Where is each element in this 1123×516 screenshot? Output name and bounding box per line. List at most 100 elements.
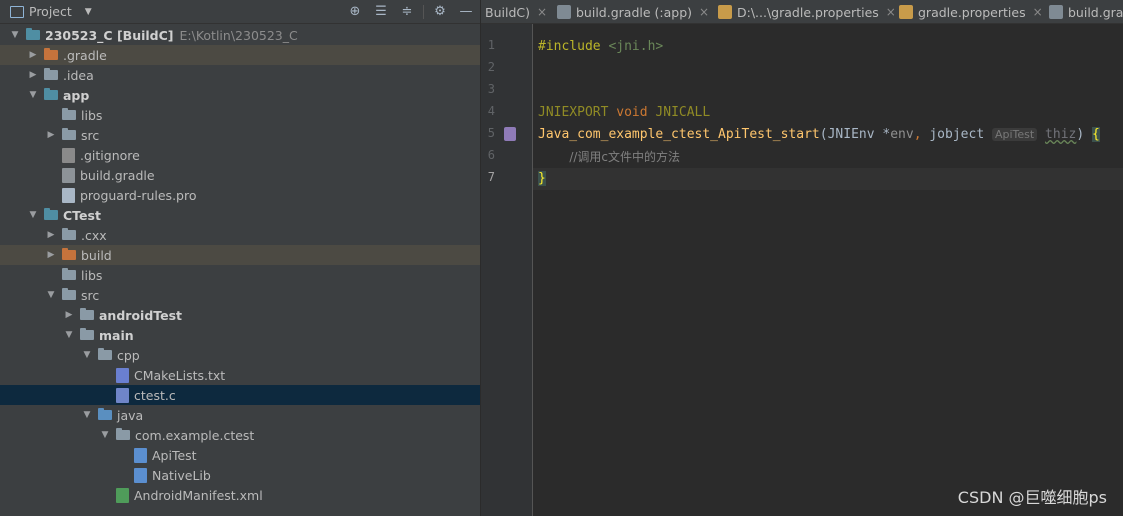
tree-item-proguard-rules-pro[interactable]: proguard-rules.pro	[0, 185, 480, 205]
comma: ,	[913, 127, 930, 142]
editor-area: BuildC) × build.gradle (:app) × D:\...\gradl…	[481, 0, 1123, 516]
folder-icon	[80, 308, 94, 320]
chevron-down-icon[interactable]: ▼	[26, 90, 40, 100]
cmake-file-icon	[116, 367, 129, 383]
tree-item-ctest-c[interactable]: ctest.c	[0, 385, 480, 405]
tree-item-path: E:\Kotlin\230523_C	[179, 27, 298, 43]
tree-item-apitest[interactable]: ApiTest	[0, 445, 480, 465]
chevron-down-icon[interactable]: ▼	[44, 290, 58, 300]
tree-item-src[interactable]: ▶ src	[0, 125, 480, 145]
tree-item-build-gradle[interactable]: build.gradle	[0, 165, 480, 185]
include-directive: #include	[538, 39, 601, 54]
function-name: Java_com_example_ctest_ApiTest_start	[538, 127, 820, 142]
module-icon	[44, 208, 58, 220]
code-area[interactable]: #include <jni.h> JNIEXPORT void JNICALL …	[533, 24, 1123, 516]
chevron-right-icon[interactable]: ▶	[44, 130, 58, 140]
editor-tab[interactable]: build.gra	[1049, 0, 1123, 23]
expand-all-icon[interactable]: ☰	[373, 4, 389, 20]
line-number: 6	[487, 148, 495, 162]
chevron-right-icon[interactable]: ▶	[26, 50, 40, 60]
tree-item-libs[interactable]: libs	[0, 265, 480, 285]
code-line-4: JNIEXPORT void JNICALL	[538, 102, 710, 124]
project-panel-header: Project ▼ ⊕ ☰ ≑ ⚙ —	[0, 0, 480, 24]
tree-item-app[interactable]: ▼ app	[0, 85, 480, 105]
tree-item-label: proguard-rules.pro	[80, 187, 197, 203]
editor-tab-label: D:\...\gradle.properties	[737, 4, 879, 20]
chevron-down-icon[interactable]: ▼	[62, 330, 76, 340]
gradle-icon	[557, 5, 571, 19]
tree-item-libs[interactable]: libs	[0, 105, 480, 125]
tree-item-label: CTest	[63, 207, 101, 223]
tree-item-gitignore[interactable]: .gitignore	[0, 145, 480, 165]
tree-item-idea[interactable]: ▶ .idea	[0, 65, 480, 85]
editor-tab[interactable]: D:\...\gradle.properties ×	[718, 0, 896, 23]
chevron-down-icon[interactable]: ▼	[26, 210, 40, 220]
tree-item-label: AndroidManifest.xml	[134, 487, 263, 503]
chevron-right-icon[interactable]: ▶	[26, 70, 40, 80]
tree-item-com-example-ctest[interactable]: ▼ com.example.ctest	[0, 425, 480, 445]
tree-item-label: ApiTest	[152, 447, 197, 463]
tree-item-label: .cxx	[81, 227, 107, 243]
chevron-right-icon[interactable]: ▶	[44, 250, 58, 260]
chevron-right-icon[interactable]: ▶	[44, 230, 58, 240]
collapse-all-icon[interactable]: ≑	[399, 4, 415, 20]
chevron-down-icon[interactable]: ▼	[98, 430, 112, 440]
folder-icon	[62, 128, 76, 140]
gear-icon[interactable]: ⚙	[432, 4, 448, 20]
tree-item-label: app	[63, 87, 90, 103]
chevron-down-icon: ▼	[84, 6, 92, 17]
folder-icon	[62, 108, 76, 120]
project-view-selector[interactable]: Project ▼	[10, 4, 92, 19]
tree-item-gradle[interactable]: ▶ .gradle	[0, 45, 480, 65]
folder-icon	[80, 328, 94, 340]
folder-icon	[62, 288, 76, 300]
include-header: <jni.h>	[608, 39, 664, 54]
close-icon[interactable]: ×	[1033, 5, 1043, 19]
locate-icon[interactable]: ⊕	[347, 4, 363, 20]
minimize-icon[interactable]: —	[458, 4, 474, 20]
tree-item-build[interactable]: ▶ build	[0, 245, 480, 265]
chevron-down-icon[interactable]: ▼	[80, 350, 94, 360]
tree-item-cmakelists-txt[interactable]: CMakeLists.txt	[0, 365, 480, 385]
editor-tab[interactable]: BuildC) ×	[485, 0, 547, 23]
folder-icon	[62, 228, 76, 240]
tree-item-androidtest[interactable]: ▶ androidTest	[0, 305, 480, 325]
folder-icon	[62, 268, 76, 280]
code-line-5: Java_com_example_ctest_ApiTest_start(JNI…	[538, 124, 1100, 146]
tree-item-src[interactable]: ▼ src	[0, 285, 480, 305]
editor-tab[interactable]: gradle.properties ×	[899, 0, 1043, 23]
tree-item-nativelib[interactable]: NativeLib	[0, 465, 480, 485]
close-icon[interactable]: ×	[886, 5, 896, 19]
module-icon	[44, 88, 58, 100]
close-icon[interactable]: ×	[537, 5, 547, 19]
line-number: 7	[487, 170, 495, 184]
close-icon[interactable]: ×	[699, 5, 709, 19]
jniexport-macro: JNIEXPORT	[538, 105, 609, 120]
gradle-icon	[1049, 5, 1063, 19]
tree-item-androidmanifest-xml[interactable]: AndroidManifest.xml	[0, 485, 480, 505]
line-number: 1	[487, 38, 495, 52]
tree-item-cxx[interactable]: ▶ .cxx	[0, 225, 480, 245]
tree-item-label: CMakeLists.txt	[134, 367, 226, 383]
tree-item-label: 230523_C [BuildC]	[45, 27, 174, 43]
editor-tab[interactable]: build.gradle (:app) ×	[557, 0, 709, 23]
paren-close: )	[1076, 127, 1085, 142]
line-number: 5	[487, 126, 495, 140]
chevron-down-icon[interactable]: ▼	[80, 410, 94, 420]
editor-gutter: 1 2 3 4 5 6 7	[481, 24, 533, 516]
tree-item-main[interactable]: ▼ main	[0, 325, 480, 345]
tree-item-java[interactable]: ▼ java	[0, 405, 480, 425]
chevron-right-icon[interactable]: ▶	[62, 310, 76, 320]
inlay-hint-apitest: ApiTest	[991, 128, 1038, 141]
tree-item-label: NativeLib	[152, 467, 211, 483]
implementation-marker-icon[interactable]	[504, 127, 516, 141]
line-number: 2	[487, 60, 495, 74]
folder-icon	[98, 408, 112, 420]
project-panel: Project ▼ ⊕ ☰ ≑ ⚙ — ▼ 230523_C [BuildC] E:…	[0, 0, 480, 516]
chevron-down-icon[interactable]: ▼	[8, 30, 22, 40]
tree-item-label: cpp	[117, 347, 140, 363]
tree-item-ctest[interactable]: ▼ CTest	[0, 205, 480, 225]
tree-item-cpp[interactable]: ▼ cpp	[0, 345, 480, 365]
folder-icon	[44, 48, 58, 60]
tree-item-230523-c-buildc[interactable]: ▼ 230523_C [BuildC] E:\Kotlin\230523_C	[0, 25, 480, 45]
